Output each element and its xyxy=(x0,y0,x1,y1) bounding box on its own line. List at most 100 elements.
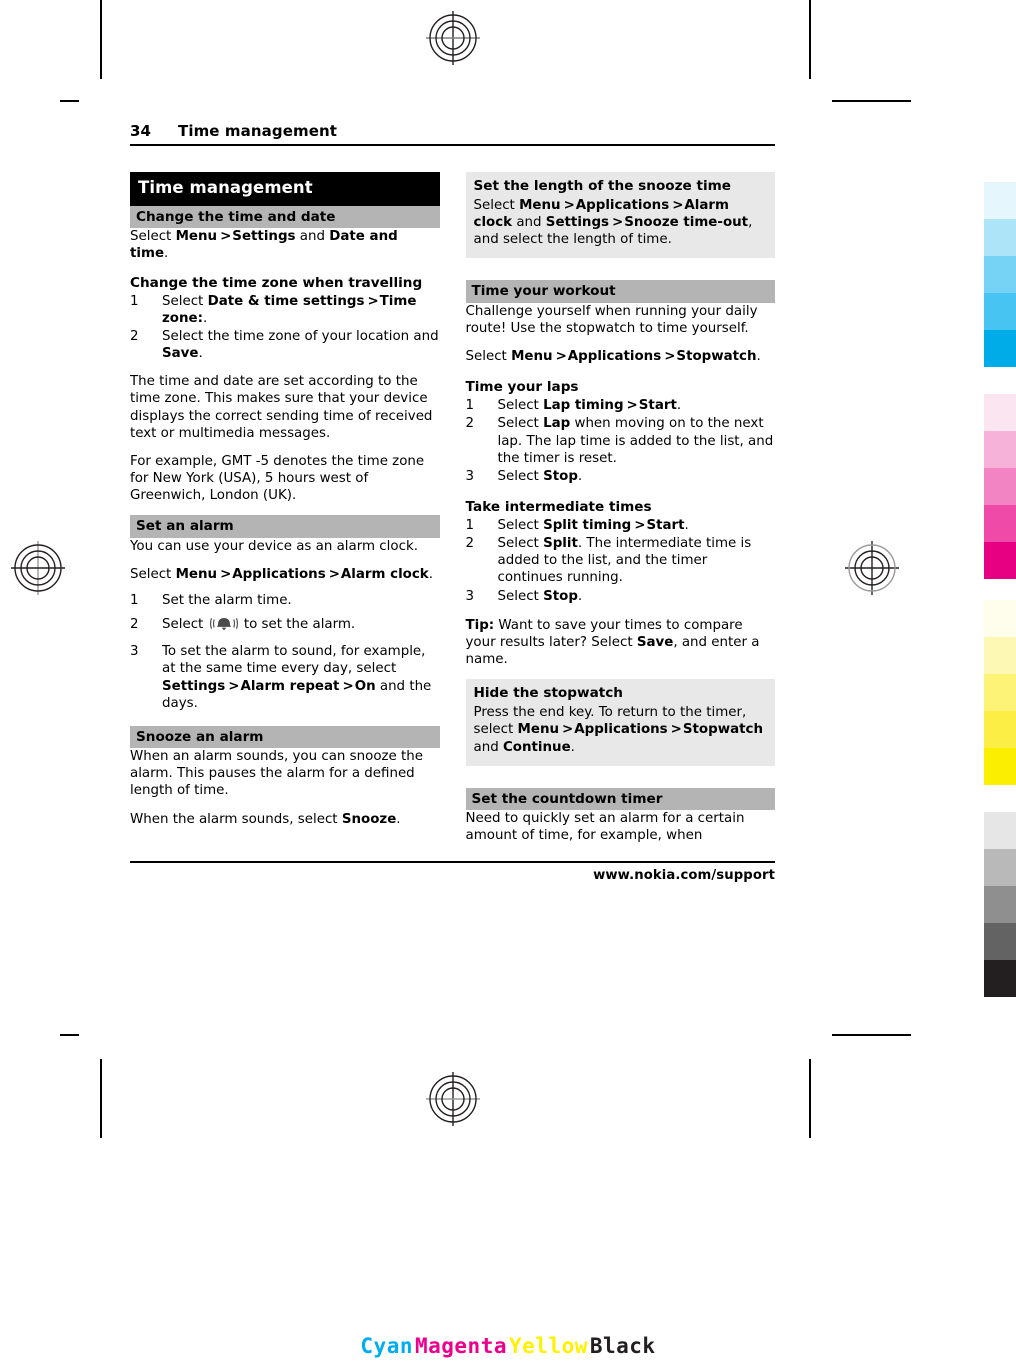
crop-mark-top-left-vertical xyxy=(100,0,102,79)
path-separator-icon: > xyxy=(634,517,646,533)
menu-path-menu: Menu xyxy=(517,722,560,738)
header-rule xyxy=(130,144,775,146)
path-separator-icon: > xyxy=(612,215,624,231)
tip-label: Tip: xyxy=(465,617,495,633)
two-column-body: Time management Change the time and date… xyxy=(130,172,775,855)
path-separator-icon: > xyxy=(328,566,340,582)
step-text-pre: Select xyxy=(497,588,544,604)
menu-path-alarm-clock: Alarm clock xyxy=(340,566,429,582)
step-item: 3 To set the alarm to sound, for example,… xyxy=(130,643,440,712)
step-item: 3 Select Stop. xyxy=(466,588,776,605)
step-text-pre: To set the alarm to sound, for example, … xyxy=(162,644,426,677)
crop-mark-top-left-horizontal xyxy=(60,100,79,102)
step-number: 1 xyxy=(465,398,475,414)
crop-mark-bottom-left-vertical xyxy=(100,1059,102,1138)
step-number: 1 xyxy=(130,293,139,309)
step-text-post: . xyxy=(676,398,682,414)
text-pre: When the alarm sounds, select xyxy=(130,811,342,827)
step-item: 1 Select Date & time settings >Time zone:. xyxy=(130,293,440,327)
step-item: 2 Select to set the alarm. xyxy=(130,616,440,636)
text-period: . xyxy=(428,566,433,582)
swatch-grey-4 xyxy=(984,923,1016,960)
swatch-yellow-5 xyxy=(984,748,1016,785)
section-heading-snooze-an-alarm: Snooze an alarm xyxy=(130,725,440,749)
step-text-post: to set the alarm. xyxy=(239,617,356,633)
left-column: Time management Change the time and date… xyxy=(130,172,440,855)
swatch-yellow-4 xyxy=(984,711,1016,748)
swatch-cyan-2 xyxy=(984,219,1016,256)
path-separator-icon: > xyxy=(670,722,682,738)
step-item: 3 Select Stop. xyxy=(466,468,776,485)
task-heading-snooze-length: Set the length of the snooze time xyxy=(473,178,732,194)
paragraph-time-zone-explanation: The time and date are set according to t… xyxy=(130,374,433,441)
text-and: and xyxy=(473,739,503,755)
step-item: 2 Select Lap when moving on to the next l… xyxy=(466,415,776,466)
swatch-strip-grey xyxy=(984,812,1016,997)
text-and: and xyxy=(295,229,330,245)
registration-mark-right xyxy=(845,541,899,595)
swatch-magenta-1 xyxy=(984,394,1016,431)
cmyk-label-black: Black xyxy=(589,1334,656,1358)
swatch-cyan-3 xyxy=(984,256,1016,293)
step-text-pre: Select xyxy=(497,416,544,432)
swatch-grey-1 xyxy=(984,812,1016,849)
step-text-post: . xyxy=(684,517,689,533)
running-head: 34 Time management xyxy=(130,122,775,144)
paragraph-snooze-explanation: When an alarm sounds, you can snooze the… xyxy=(130,749,424,799)
swatch-strip-cyan xyxy=(984,182,1016,367)
menu-path-lap: Lap xyxy=(543,416,571,432)
swatch-cyan-4 xyxy=(984,293,1016,330)
menu-path-menu: Menu xyxy=(175,566,218,582)
text-select: Select xyxy=(473,197,520,213)
path-separator-icon: > xyxy=(664,349,676,365)
step-number: 1 xyxy=(130,592,139,608)
menu-path-applications: Applications xyxy=(232,566,326,582)
step-item: 2 Select Split. The intermediate time is … xyxy=(466,535,776,586)
task-box-hide-stopwatch: Hide the stopwatch Press the end key. To… xyxy=(465,679,775,766)
step-number: 2 xyxy=(465,416,475,432)
section-heading-time-your-workout: Time your workout xyxy=(465,280,775,303)
text-select: Select xyxy=(465,349,512,365)
step-item: 1 Select Split timing >Start. xyxy=(466,517,776,534)
menu-path-stop: Stop xyxy=(543,588,578,604)
step-text-post: . xyxy=(577,588,583,604)
swatch-strip-magenta xyxy=(984,394,1016,579)
paragraph-alarm-clock-intro: You can use your device as an alarm cloc… xyxy=(130,538,418,554)
menu-path-snooze-time-out: Snooze time-out xyxy=(624,215,749,231)
path-separator-icon: > xyxy=(555,349,567,365)
registration-mark-left xyxy=(11,541,65,595)
steps-change-time-zone: 1 Select Date & time settings >Time zone:.… xyxy=(130,293,440,363)
paragraph-workout-intro: Challenge yourself when running your dai… xyxy=(465,303,758,336)
paragraph-snooze-length: Select Menu >Applications >Alarm clock and… xyxy=(474,197,768,248)
menu-path-on: On xyxy=(354,678,376,694)
text-period: . xyxy=(756,349,761,365)
text-period: . xyxy=(570,739,575,755)
menu-path-continue: Continue xyxy=(502,739,571,755)
swatch-grey-2 xyxy=(984,849,1016,886)
paragraph-alarm-menu-path: Select Menu >Applications >Alarm clock. xyxy=(130,566,440,583)
paragraph-snooze-select: When the alarm sounds, select Snooze. xyxy=(130,811,440,828)
text-period: . xyxy=(396,811,401,827)
cmyk-legend: CyanMagentaYellowBlack xyxy=(0,1334,1016,1358)
path-separator-icon: > xyxy=(562,722,574,738)
text-select: Select xyxy=(130,566,176,582)
step-item: 2 Select the time zone of your location a… xyxy=(130,328,440,362)
steps-take-intermediate-times: 1 Select Split timing >Start. 2 Select Spli… xyxy=(466,517,776,605)
path-separator-icon: > xyxy=(228,678,240,694)
path-separator-icon: > xyxy=(563,197,575,213)
step-text-post: . xyxy=(198,346,203,362)
path-separator-icon: > xyxy=(220,566,232,582)
step-text-pre: Select xyxy=(497,398,544,414)
menu-path-stopwatch: Stopwatch xyxy=(682,722,763,738)
menu-path-split-timing: Split timing xyxy=(543,517,632,533)
page-folio: 34 xyxy=(130,122,152,140)
swatch-magenta-3 xyxy=(984,468,1016,505)
running-head-title: Time management xyxy=(178,122,338,140)
paragraph-hide-stopwatch: Press the end key. To return to the time… xyxy=(474,704,768,755)
step-item: 1 Select Lap timing >Start. xyxy=(466,397,776,414)
task-heading-hide-stopwatch: Hide the stopwatch xyxy=(473,685,623,702)
chapter-title-bar: Time management xyxy=(130,172,440,206)
step-number: 3 xyxy=(130,644,139,660)
step-number: 3 xyxy=(465,588,475,604)
swatch-grey-3 xyxy=(984,886,1016,923)
